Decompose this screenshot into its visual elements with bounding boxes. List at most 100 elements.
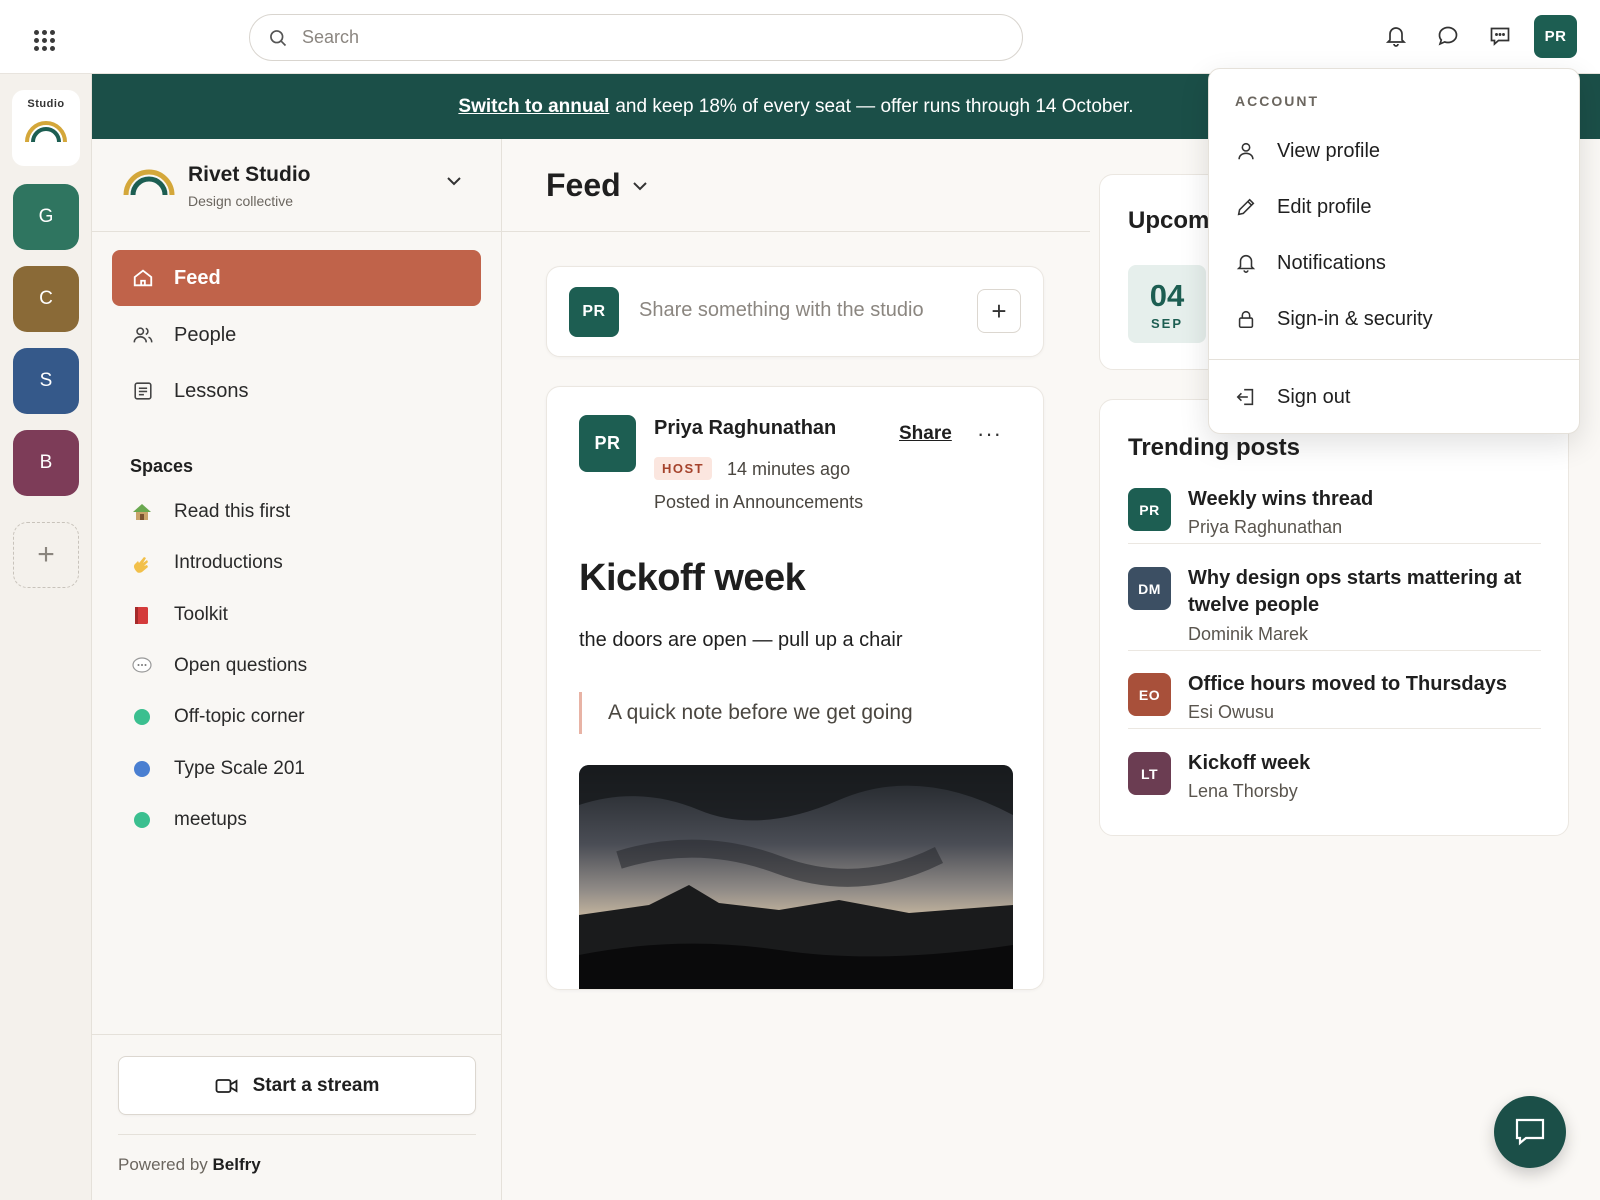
space-color-dot bbox=[134, 761, 150, 777]
start-stream-button[interactable]: Start a stream bbox=[118, 1056, 476, 1115]
rail-community-s[interactable]: S bbox=[13, 348, 79, 414]
trending-item-title[interactable]: Why design ops starts mattering at twelv… bbox=[1188, 565, 1538, 619]
trending-item[interactable]: LT Kickoff week Lena Thorsby bbox=[1128, 750, 1541, 808]
banner-text: and keep 18% of every seat — offer runs … bbox=[615, 95, 1134, 117]
rail-community-g[interactable]: G bbox=[13, 184, 79, 250]
user-avatar-button[interactable]: PR bbox=[1534, 15, 1577, 58]
more-options-icon[interactable]: ··· bbox=[977, 421, 1002, 447]
trending-posts-card: Trending posts PR Weekly wins thread Pri… bbox=[1099, 399, 1569, 836]
space-read-this-first[interactable]: Read this first bbox=[130, 492, 470, 532]
chevron-down-icon[interactable] bbox=[630, 176, 650, 196]
trending-item-author: Dominik Marek bbox=[1188, 624, 1309, 644]
trending-item-author: Priya Raghunathan bbox=[1188, 517, 1343, 537]
add-community-button[interactable]: + bbox=[13, 522, 79, 588]
menu-item-label: Sign-in & security bbox=[1277, 307, 1433, 330]
post-card: PR Priya Raghunathan Share ··· HOST 14 m… bbox=[546, 386, 1044, 990]
posted-in: Posted in Announcements bbox=[654, 492, 864, 512]
nav-item-people[interactable]: People bbox=[112, 307, 481, 363]
menu-item-view-profile[interactable]: View profile bbox=[1235, 131, 1555, 171]
menu-item-sign-in-security[interactable]: Sign-in & security bbox=[1235, 299, 1555, 339]
trending-item-title[interactable]: Kickoff week bbox=[1188, 750, 1538, 777]
post-quote: A quick note before we get going bbox=[579, 692, 913, 734]
post-image[interactable] bbox=[579, 765, 1013, 989]
avatar: PR bbox=[569, 287, 619, 337]
nav-item-lessons[interactable]: Lessons bbox=[112, 363, 481, 419]
brand-switcher[interactable]: Rivet Studio Design collective bbox=[92, 139, 502, 232]
search-icon bbox=[270, 29, 287, 46]
trending-item[interactable]: PR Weekly wins thread Priya Raghunathan bbox=[1128, 486, 1541, 544]
menu-item-label: Edit profile bbox=[1277, 195, 1372, 218]
lessons-icon bbox=[134, 382, 152, 400]
trending-item[interactable]: EO Office hours moved to Thursdays Esi O… bbox=[1128, 671, 1541, 729]
trending-item[interactable]: DM Why design ops starts mattering at tw… bbox=[1128, 565, 1541, 651]
space-open-questions[interactable]: Open questions bbox=[130, 646, 470, 686]
speech-balloon-icon bbox=[130, 654, 154, 678]
event-day: 04 bbox=[1149, 277, 1185, 313]
menu-item-notifications[interactable]: Notifications bbox=[1235, 243, 1555, 283]
brand-name: Rivet Studio bbox=[188, 163, 311, 186]
space-label: Read this first bbox=[174, 501, 291, 522]
trending-item-title[interactable]: Weekly wins thread bbox=[1188, 486, 1538, 513]
host-badge: HOST bbox=[654, 457, 713, 480]
trending-item-author: Lena Thorsby bbox=[1188, 781, 1298, 801]
nav-item-label: People bbox=[174, 323, 237, 346]
space-label: Open questions bbox=[174, 655, 308, 676]
top-bar: PR bbox=[0, 0, 1600, 74]
rail-studio-item[interactable]: Studio bbox=[12, 90, 80, 166]
community-rail: Studio G C S B + bbox=[0, 74, 92, 1200]
brand-logo-icon bbox=[123, 169, 175, 196]
space-label: Toolkit bbox=[174, 604, 228, 625]
space-meetups[interactable]: meetups bbox=[130, 800, 470, 840]
nav-item-feed[interactable]: Feed bbox=[112, 250, 481, 306]
event-date[interactable]: 04 SEP bbox=[1128, 265, 1206, 343]
user-icon bbox=[1238, 142, 1254, 160]
message-square-icon[interactable] bbox=[1486, 22, 1514, 50]
post-composer[interactable]: PR Share something with the studio + bbox=[546, 266, 1044, 357]
account-menu-heading: ACCOUNT bbox=[1235, 93, 1319, 109]
powered-brand[interactable]: Belfry bbox=[213, 1155, 261, 1174]
chat-bubble-icon[interactable] bbox=[1434, 22, 1462, 50]
post-title[interactable]: Kickoff week bbox=[579, 557, 806, 600]
rainbow-logo-icon bbox=[25, 121, 67, 143]
space-color-dot bbox=[134, 709, 150, 725]
space-off-topic-corner[interactable]: Off-topic corner bbox=[130, 697, 470, 737]
space-type-scale-201[interactable]: Type Scale 201 bbox=[130, 749, 470, 789]
message-icon bbox=[1515, 1118, 1545, 1146]
rail-community-b[interactable]: B bbox=[13, 430, 79, 496]
avatar[interactable]: PR bbox=[579, 415, 636, 472]
menu-item-sign-out[interactable]: Sign out bbox=[1235, 377, 1555, 417]
menu-item-edit-profile[interactable]: Edit profile bbox=[1235, 187, 1555, 227]
people-icon bbox=[133, 327, 153, 343]
sidebar-footer: Start a stream Powered by Belfry bbox=[92, 1034, 502, 1200]
space-label: Type Scale 201 bbox=[174, 758, 305, 779]
avatar: DM bbox=[1128, 567, 1171, 610]
chat-fab-button[interactable] bbox=[1494, 1096, 1566, 1168]
rail-community-c[interactable]: C bbox=[13, 266, 79, 332]
bell-icon[interactable] bbox=[1382, 22, 1410, 50]
space-color-dot bbox=[134, 812, 150, 828]
post-body: the doors are open — pull up a chair bbox=[579, 629, 903, 651]
apps-grid-icon[interactable] bbox=[30, 26, 56, 52]
menu-item-label: View profile bbox=[1277, 139, 1381, 162]
share-button[interactable]: Share bbox=[899, 423, 952, 445]
search-input[interactable] bbox=[302, 27, 902, 48]
post-timestamp: 14 minutes ago bbox=[727, 459, 851, 479]
wave-icon bbox=[130, 551, 154, 575]
search-box[interactable] bbox=[249, 14, 1023, 61]
trending-item-title[interactable]: Office hours moved to Thursdays bbox=[1188, 671, 1538, 698]
switch-annual-link[interactable]: Switch to annual bbox=[458, 96, 609, 118]
chevron-down-icon[interactable] bbox=[444, 171, 464, 191]
post-author[interactable]: Priya Raghunathan bbox=[654, 417, 836, 440]
space-introductions[interactable]: Introductions bbox=[130, 543, 470, 583]
nav-item-label: Lessons bbox=[174, 379, 249, 402]
menu-divider bbox=[1209, 359, 1579, 360]
account-menu: ACCOUNT View profile Edit profile Notifi… bbox=[1208, 68, 1580, 434]
avatar: PR bbox=[1128, 488, 1171, 531]
event-month: SEP bbox=[1150, 315, 1183, 331]
feed-header: Feed bbox=[502, 139, 1090, 232]
composer-placeholder[interactable]: Share something with the studio bbox=[639, 299, 924, 322]
add-post-button[interactable]: + bbox=[977, 289, 1021, 333]
space-toolkit[interactable]: Toolkit bbox=[130, 595, 470, 635]
spaces-heading: Spaces bbox=[130, 456, 194, 476]
powered-by: Powered by Belfry bbox=[118, 1155, 261, 1174]
